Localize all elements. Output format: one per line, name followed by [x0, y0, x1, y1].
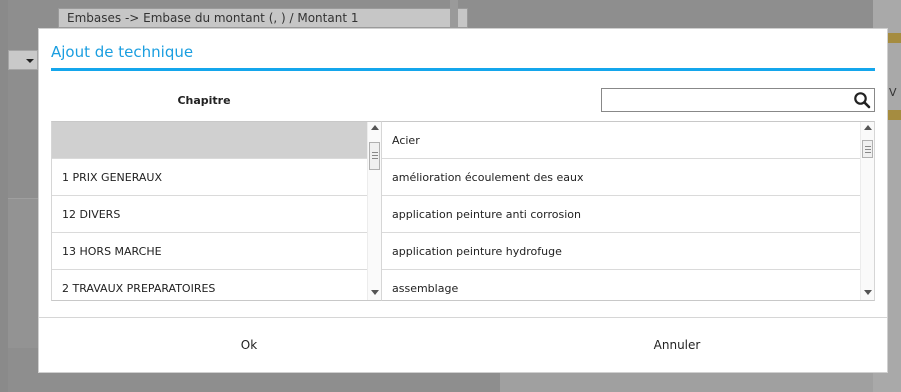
cancel-button[interactable]: Annuler — [479, 329, 875, 361]
list-item[interactable]: application peinture anti corrosion — [382, 196, 860, 233]
grip-icon — [372, 158, 378, 159]
dialog-title: Ajout de technique — [51, 43, 194, 61]
scroll-up-icon[interactable] — [371, 125, 379, 130]
scroll-thumb[interactable] — [862, 140, 873, 158]
title-divider — [51, 68, 875, 71]
grip-icon — [372, 155, 378, 156]
list-item[interactable]: 2 TRAVAUX PREPARATOIRES — [52, 270, 367, 300]
add-technique-dialog: Ajout de technique Chapitre 1 PRIX GENER… — [38, 28, 888, 373]
chapter-column-header: Chapitre — [177, 94, 231, 107]
breadcrumb: Embases -> Embase du montant (, ) / Mont… — [58, 8, 468, 28]
scroll-thumb[interactable] — [369, 142, 380, 170]
technique-scrollbar[interactable] — [860, 122, 874, 300]
list-item[interactable] — [52, 122, 367, 159]
grip-icon — [865, 146, 871, 147]
search-icon[interactable] — [853, 91, 871, 109]
list-item[interactable]: application peinture hydrofuge — [382, 233, 860, 270]
grip-icon — [372, 152, 378, 153]
map-label: V — [889, 86, 897, 99]
scroll-down-icon[interactable] — [371, 290, 379, 295]
technique-list[interactable]: Acier amélioration écoulement des eaux a… — [381, 121, 875, 301]
background-divider — [450, 0, 458, 28]
chevron-down-icon — [26, 59, 34, 63]
search-box[interactable] — [601, 88, 875, 112]
list-item[interactable]: amélioration écoulement des eaux — [382, 159, 860, 196]
list-item[interactable]: 1 PRIX GENERAUX — [52, 159, 367, 196]
technique-rows: Acier amélioration écoulement des eaux a… — [382, 122, 860, 300]
ok-button[interactable]: Ok — [51, 329, 447, 361]
search-input[interactable] — [604, 90, 844, 110]
list-item[interactable]: 13 HORS MARCHE — [52, 233, 367, 270]
chapter-scrollbar[interactable] — [367, 122, 381, 300]
list-item[interactable]: Acier — [382, 122, 860, 159]
list-item[interactable]: 12 DIVERS — [52, 196, 367, 233]
grip-icon — [865, 149, 871, 150]
background-panel — [8, 198, 38, 348]
background-map-bottom — [500, 372, 873, 392]
grip-icon — [865, 152, 871, 153]
scroll-up-icon[interactable] — [864, 125, 872, 130]
background-dropdown — [8, 50, 38, 70]
list-item[interactable]: assemblage — [382, 270, 860, 300]
scroll-down-icon[interactable] — [864, 290, 872, 295]
footer-divider — [39, 317, 887, 318]
chapter-rows: 1 PRIX GENERAUX 12 DIVERS 13 HORS MARCHE… — [52, 122, 367, 300]
background-left-strip — [0, 0, 8, 392]
chapter-list[interactable]: 1 PRIX GENERAUX 12 DIVERS 13 HORS MARCHE… — [51, 121, 381, 301]
